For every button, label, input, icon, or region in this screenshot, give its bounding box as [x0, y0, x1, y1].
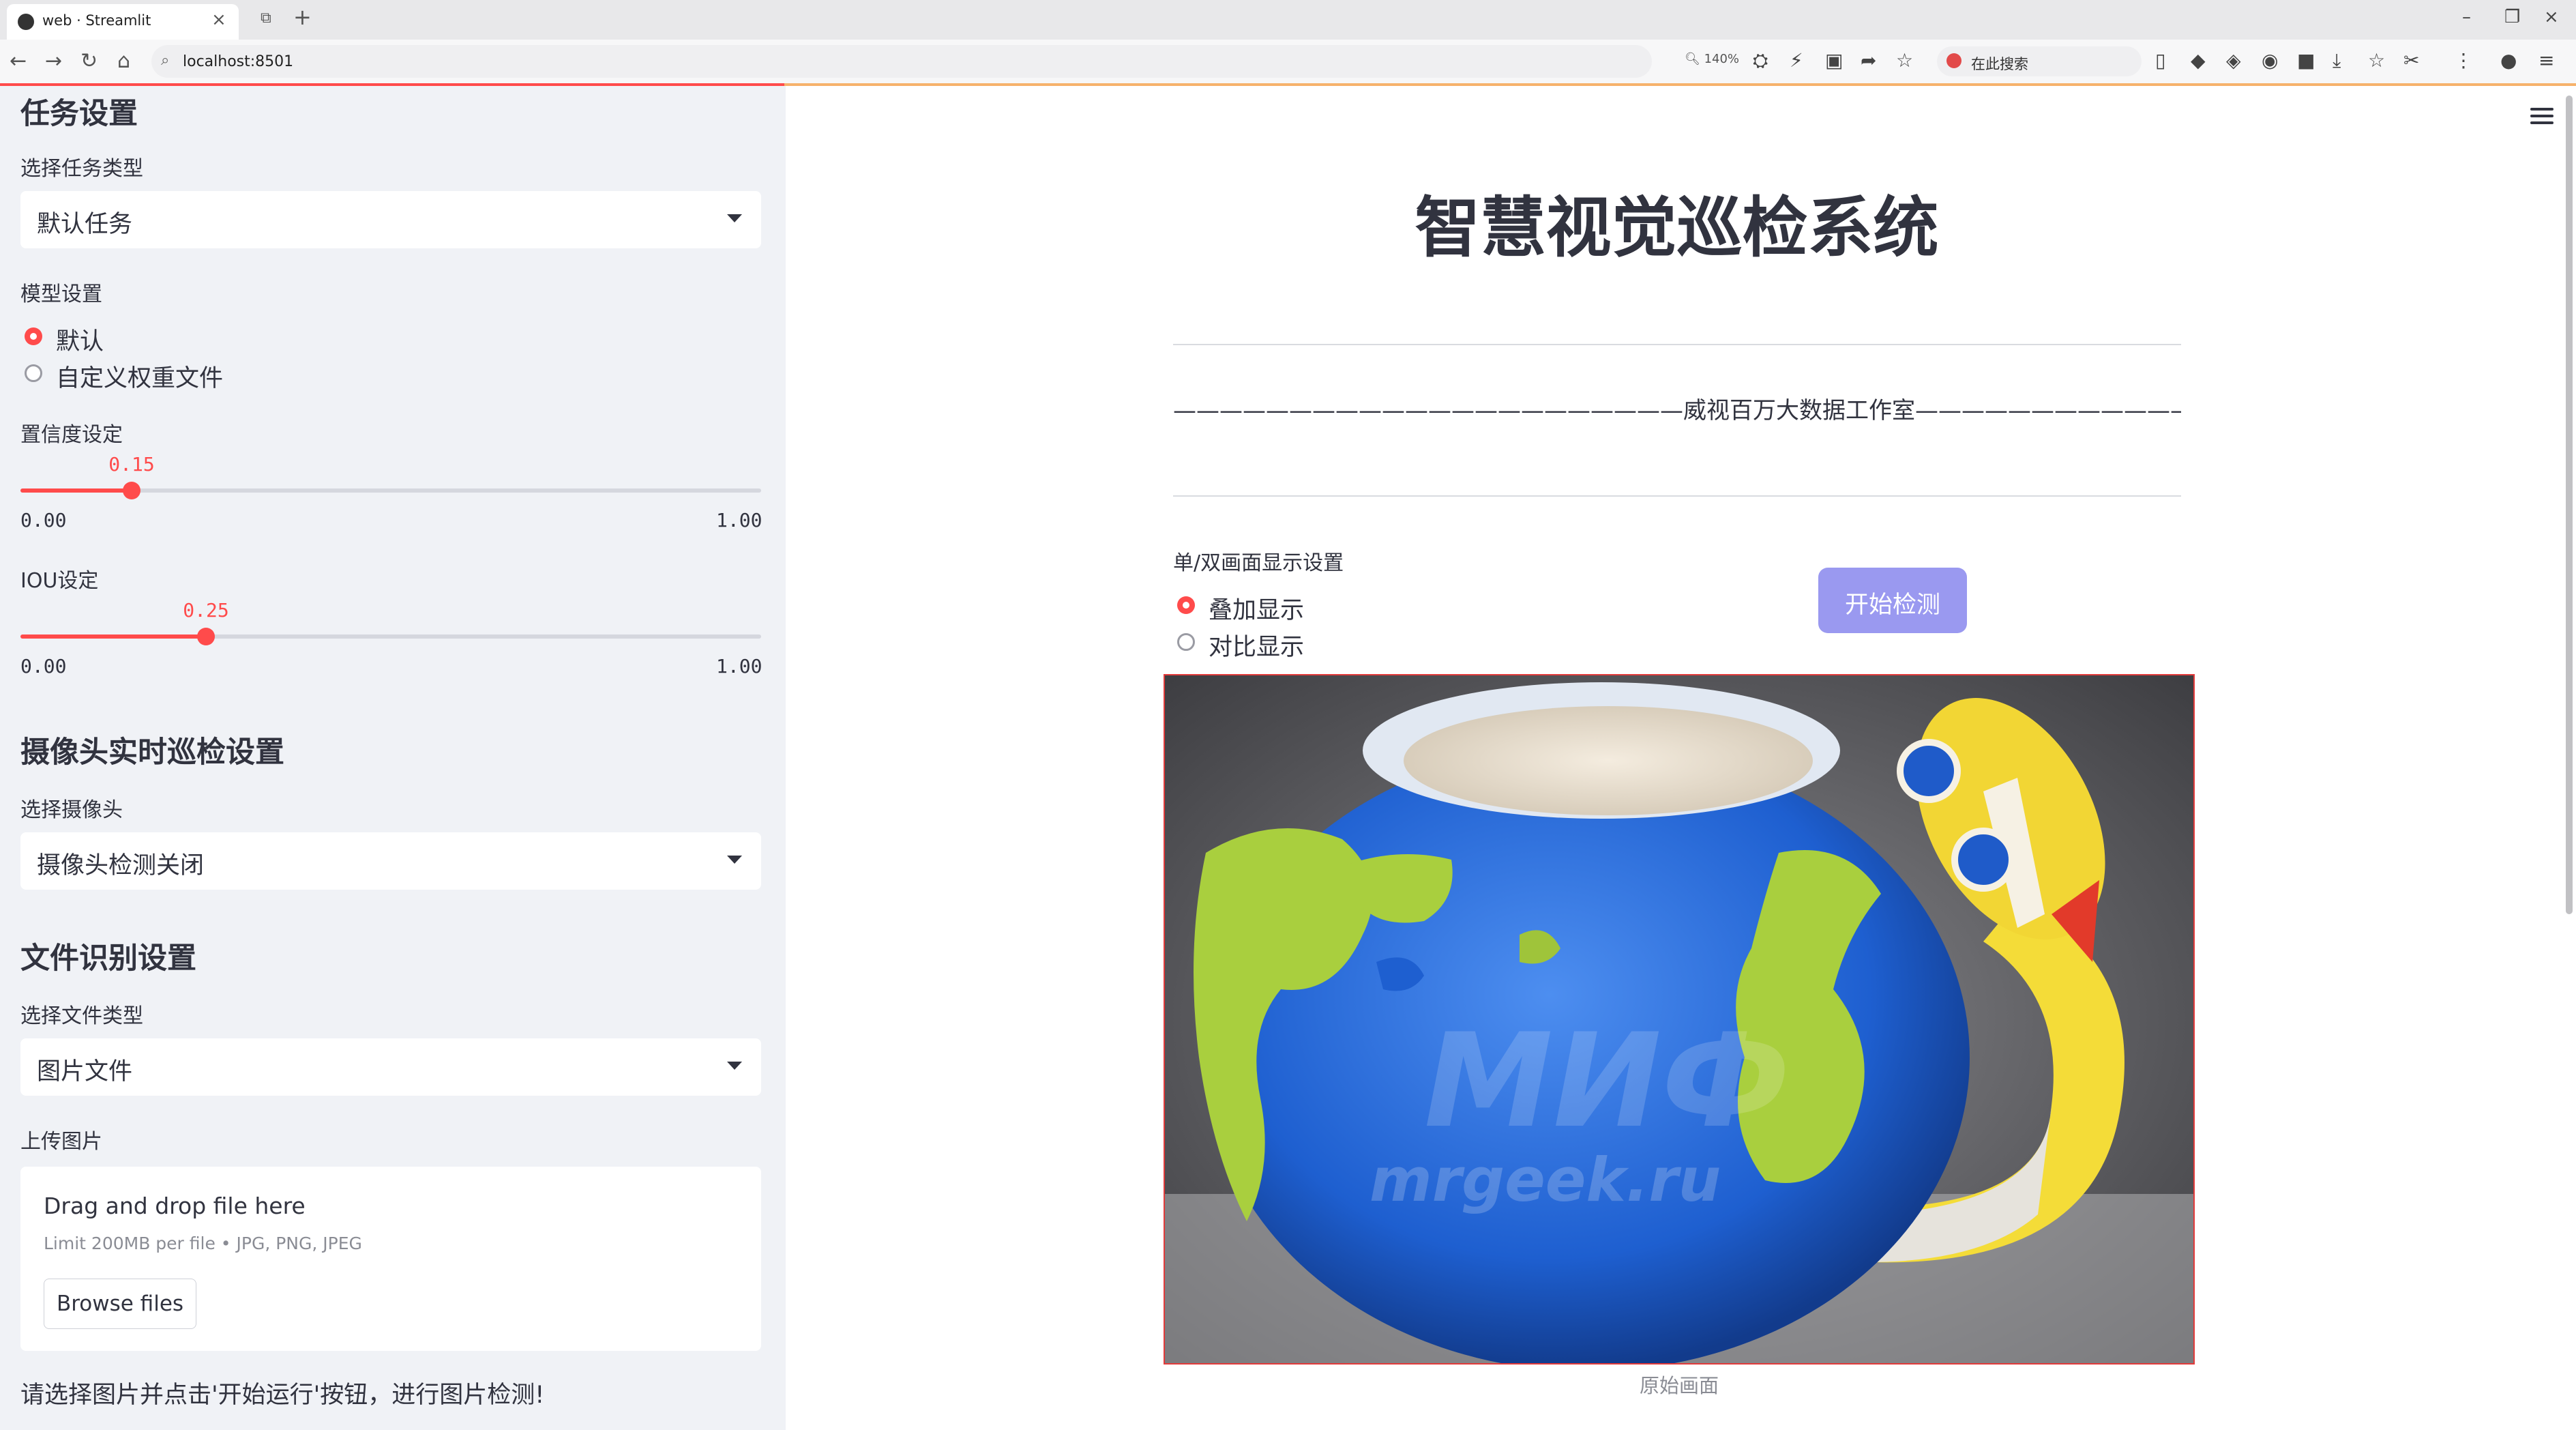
address-text: localhost:8501	[183, 53, 294, 70]
forward-icon[interactable]: →	[45, 49, 62, 73]
tab-title: web · Streamlit	[42, 12, 151, 29]
model-option-label: 自定义权重文件	[56, 365, 224, 392]
drop-limit: Limit 200MB per file • JPG, PNG, JPEG	[44, 1234, 362, 1253]
search-placeholder: 在此搜索	[1971, 56, 2028, 72]
reload-icon[interactable]: ↻	[80, 49, 98, 73]
bookmark-icon[interactable]: ☆	[2368, 49, 2385, 72]
mobile-icon[interactable]: ▯	[2155, 49, 2165, 72]
iou-slider-fill	[20, 634, 206, 639]
iou-slider-thumb[interactable]	[197, 628, 215, 645]
browse-files-button[interactable]: Browse files	[44, 1279, 196, 1329]
restore-icon[interactable]: ❐	[2504, 7, 2520, 27]
display-option-label: 对比显示	[1209, 634, 1305, 661]
iou-label: IOU设定	[20, 569, 99, 593]
window-close-icon[interactable]: ×	[2544, 7, 2559, 27]
extension-icon[interactable]: ◆	[2191, 49, 2206, 72]
confidence-min: 0.00	[20, 509, 67, 531]
camera-section-title: 摄像头实时巡检设置	[20, 735, 284, 770]
browser-menu-icon[interactable]: ≡	[2538, 49, 2554, 72]
iou-value: 0.25	[183, 599, 229, 622]
translate-icon[interactable]: ⛭	[1753, 49, 1768, 72]
tab-close-icon[interactable]: ×	[211, 10, 226, 30]
chevron-down-icon	[727, 856, 742, 864]
display-mode-label: 单/双画面显示设置	[1173, 551, 1344, 575]
browser-toolbar: ← → ↻ ⌂ ⌕ localhost:8501 🔍︎ 140% ⛭ ⚡ ▣ ➦…	[0, 40, 2576, 84]
task-type-label: 选择任务类型	[20, 157, 143, 181]
iou-slider[interactable]	[20, 628, 761, 645]
chevron-down-icon	[727, 214, 742, 222]
extension-icon-4[interactable]: ■	[2297, 49, 2315, 72]
confidence-max: 1.00	[716, 509, 763, 531]
search-icon: ⌕	[161, 52, 170, 69]
browser-tab-bar: web · Streamlit × ⧉ + – ❐ ×	[0, 0, 2576, 40]
task-section-title: 任务设置	[20, 97, 138, 131]
extension-icon-2[interactable]: ◈	[2226, 49, 2241, 72]
original-image: МИФ mrgeek.ru	[1164, 674, 2195, 1365]
zoom-value: 140%	[1704, 52, 1740, 66]
scissors-icon[interactable]: ✂	[2403, 49, 2419, 72]
search-engine-icon	[1946, 53, 1961, 68]
divider	[1173, 344, 2181, 345]
hamburger-menu-icon[interactable]	[2530, 108, 2553, 124]
file-type-label: 选择文件类型	[20, 1004, 143, 1028]
studio-line: ——————————————————————威视百万大数据工作室————————…	[1173, 397, 2181, 424]
confidence-value: 0.15	[108, 453, 155, 476]
confidence-slider-thumb[interactable]	[123, 482, 140, 499]
browser-tab[interactable]: web · Streamlit ×	[7, 4, 239, 40]
share-icon[interactable]: ➦	[1861, 49, 1876, 72]
radio-selected-icon	[25, 327, 42, 345]
file-type-value: 图片文件	[37, 1058, 133, 1085]
download-icon[interactable]: ⤓	[2333, 49, 2341, 72]
page-scrollbar[interactable]	[2566, 96, 2573, 914]
file-section-title: 文件识别设置	[20, 942, 196, 976]
browse-files-label: Browse files	[56, 1292, 184, 1316]
streamlit-favicon-icon	[18, 14, 34, 30]
start-detection-label: 开始检测	[1844, 592, 1940, 619]
file-uploader-dropzone[interactable]: Drag and drop file here Limit 200MB per …	[20, 1167, 761, 1351]
display-option-label: 叠加显示	[1209, 597, 1305, 624]
radio-unselected-icon	[1177, 633, 1195, 651]
back-icon[interactable]: ←	[10, 49, 27, 73]
lightning-icon[interactable]: ⚡	[1790, 49, 1803, 72]
browser-search-box[interactable]: 在此搜索	[1937, 46, 2142, 76]
globe-mug-image: МИФ mrgeek.ru	[1165, 675, 2193, 1363]
divider	[1173, 495, 2181, 497]
sidebar-instruction: 请选择图片并点击'开始运行'按钮，进行图片检测!	[20, 1382, 545, 1409]
iou-min: 0.00	[20, 655, 67, 677]
zoom-level[interactable]: 🔍︎ 140%	[1685, 52, 1739, 66]
drop-title: Drag and drop file here	[44, 1193, 306, 1219]
image-watermark: mrgeek.ru	[1370, 1145, 1721, 1215]
address-bar[interactable]: ⌕ localhost:8501	[151, 45, 1652, 78]
more-icon[interactable]: ⋮	[2454, 49, 2473, 72]
task-type-select[interactable]: 默认任务	[20, 191, 761, 248]
image-caption: 原始画面	[1639, 1374, 1719, 1397]
camera-select[interactable]: 摄像头检测关闭	[20, 832, 761, 890]
sidebar: 任务设置 选择任务类型 默认任务 模型设置 默认 自定义权重文件 置信度设定 0…	[0, 86, 786, 1430]
home-icon[interactable]: ⌂	[117, 49, 130, 73]
chevron-down-icon	[727, 1062, 742, 1070]
page-title: 智慧视觉巡检系统	[1415, 190, 1939, 266]
favorite-icon[interactable]: ☆	[1896, 49, 1913, 72]
model-option-label: 默认	[56, 328, 104, 355]
extension-icon-3[interactable]: ◉	[2262, 49, 2278, 72]
profile-avatar[interactable]: ●	[2500, 49, 2517, 72]
task-type-value: 默认任务	[37, 211, 133, 238]
tab-manager-icon[interactable]: ⧉	[261, 10, 271, 27]
camera-value: 摄像头检测关闭	[37, 852, 205, 879]
new-tab-icon[interactable]: +	[293, 4, 312, 30]
file-type-select[interactable]: 图片文件	[20, 1038, 761, 1096]
screenshot-icon[interactable]: ▣	[1825, 49, 1843, 72]
model-label: 模型设置	[20, 282, 102, 306]
radio-unselected-icon	[25, 364, 42, 382]
svg-text:МИФ: МИФ	[1424, 1006, 1790, 1156]
upload-label: 上传图片	[20, 1130, 102, 1154]
camera-label: 选择摄像头	[20, 798, 123, 822]
confidence-slider[interactable]	[20, 482, 761, 499]
minimize-icon[interactable]: –	[2462, 7, 2471, 27]
confidence-label: 置信度设定	[20, 423, 123, 447]
start-detection-button[interactable]: 开始检测	[1818, 568, 1967, 633]
confidence-slider-fill	[20, 488, 132, 493]
iou-max: 1.00	[716, 655, 763, 677]
radio-selected-icon	[1177, 596, 1195, 614]
